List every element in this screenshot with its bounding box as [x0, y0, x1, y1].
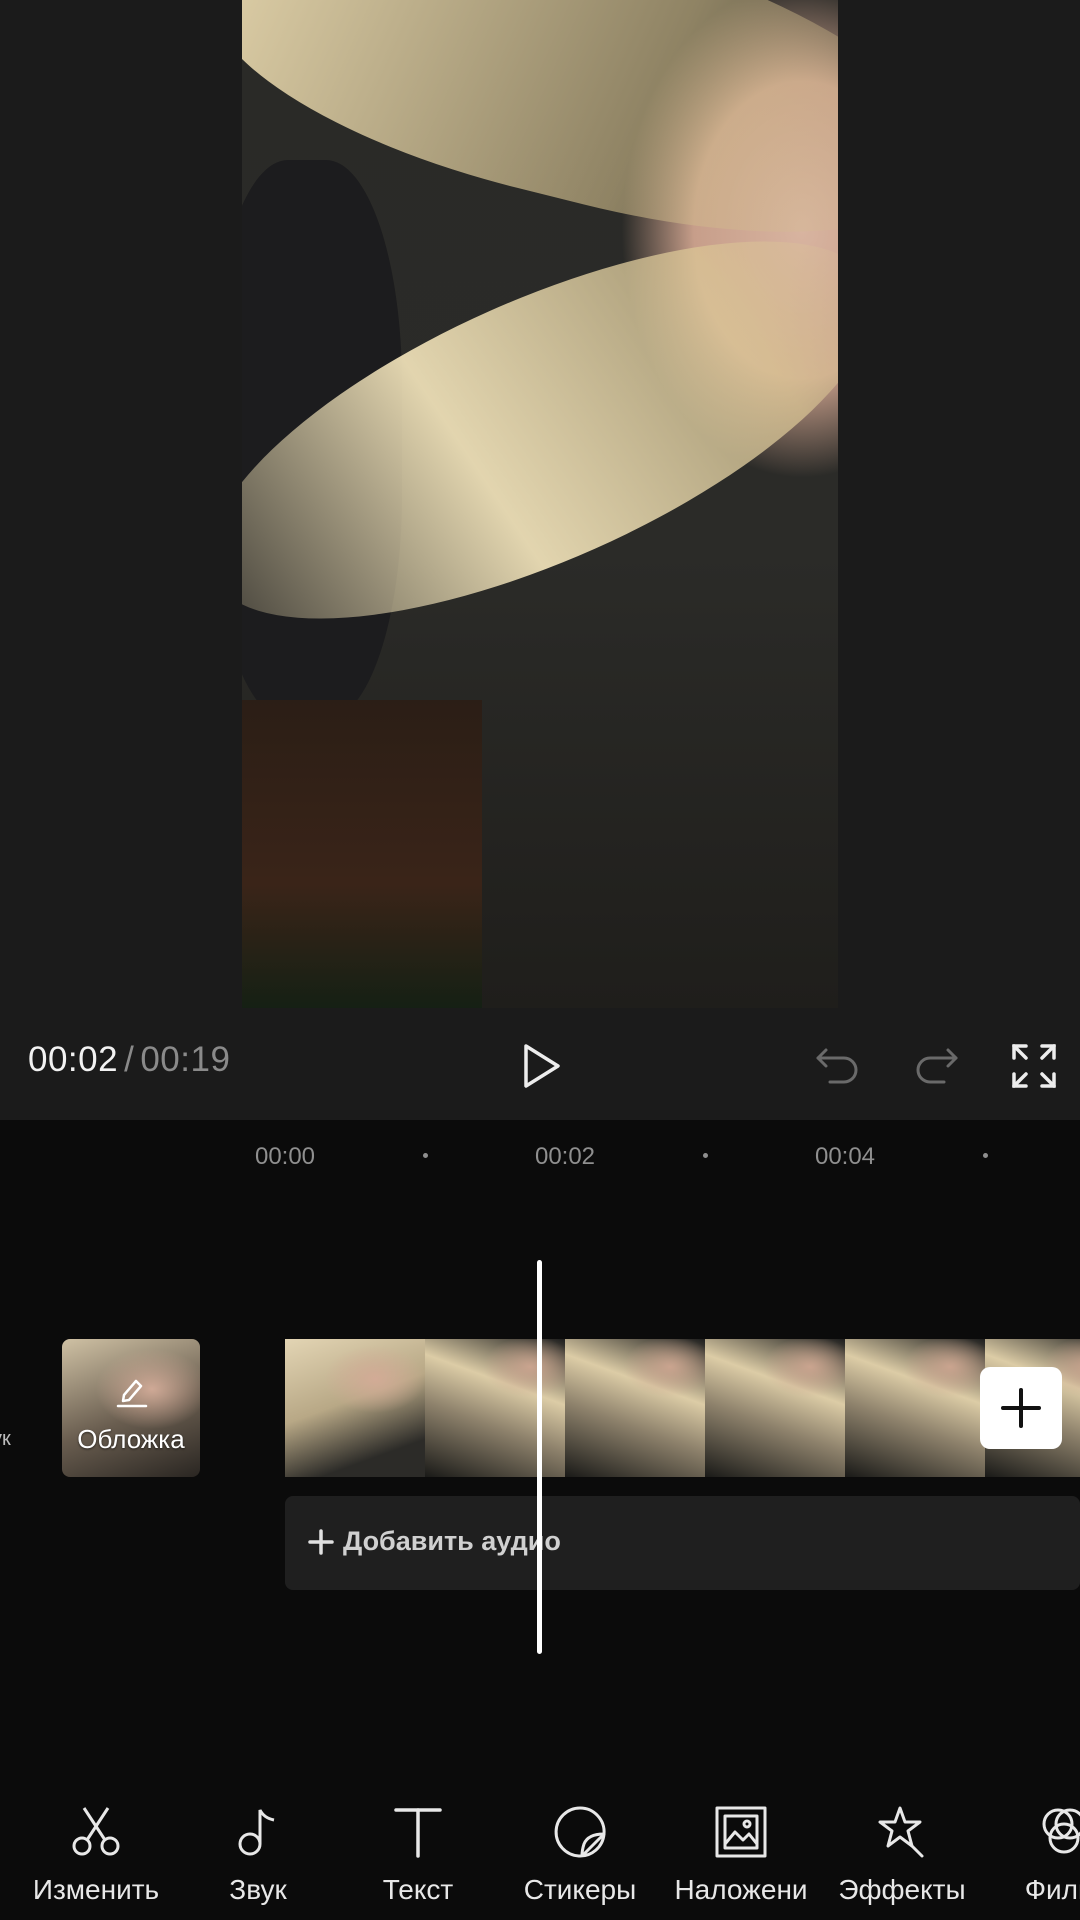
add-audio-label: Добавить аудио: [343, 1526, 561, 1556]
tool-label: Эффекты: [838, 1874, 966, 1905]
player-controls: 00:02/00:19: [0, 1010, 1080, 1120]
track-side-label: ук: [0, 1428, 11, 1450]
ruler-dot: [983, 1153, 988, 1158]
text-icon: [390, 1804, 446, 1860]
ruler-dot: [703, 1153, 708, 1158]
redo-button[interactable]: [910, 1040, 962, 1092]
preview-area: [0, 0, 1080, 1010]
tool-label: Звук: [229, 1874, 287, 1905]
bottom-toolbar: Изменить Звук Текст Стикеры Наложени Эфф…: [0, 1760, 1080, 1920]
effects-star-icon: [874, 1804, 930, 1860]
tool-text[interactable]: Текст: [338, 1804, 498, 1914]
current-time: 00:02: [28, 1040, 119, 1079]
filters-icon: [1036, 1804, 1080, 1860]
add-clip-button[interactable]: [980, 1367, 1062, 1449]
cover-button[interactable]: Обложка: [62, 1339, 200, 1477]
tool-sound[interactable]: Звук: [178, 1804, 338, 1914]
clip-frame: [705, 1339, 845, 1477]
video-clip-track[interactable]: [285, 1339, 1080, 1477]
ruler-label: 00:00: [254, 1143, 316, 1170]
time-display: 00:02/00:19: [28, 1040, 230, 1080]
scissors-icon: [68, 1804, 124, 1860]
tool-label: Изменить: [32, 1874, 160, 1905]
tool-filters[interactable]: Фильт: [984, 1804, 1080, 1914]
fullscreen-icon: [1012, 1044, 1056, 1088]
ruler-dot: [423, 1153, 428, 1158]
clip-frame: [845, 1339, 985, 1477]
tool-effects[interactable]: Эффекты: [822, 1804, 982, 1914]
plus-icon: [1001, 1388, 1041, 1428]
cover-label: Обложка: [77, 1424, 185, 1454]
tool-label: Наложени: [674, 1874, 808, 1905]
timeline[interactable]: 00:00 00:02 00:04 ук Обложка: [0, 1120, 1080, 1760]
add-audio-button[interactable]: Добавить аудио: [285, 1496, 1080, 1590]
tool-edit[interactable]: Изменить: [16, 1804, 176, 1914]
ruler-label: 00:02: [534, 1143, 596, 1170]
redo-icon: [916, 1048, 958, 1084]
edit-pencil-icon: [116, 1379, 148, 1408]
time-separator: /: [124, 1040, 135, 1079]
undo-button[interactable]: [812, 1040, 864, 1092]
play-icon: [524, 1044, 560, 1088]
overlay-icon: [713, 1804, 769, 1860]
total-time: 00:19: [140, 1040, 231, 1079]
clip-frame: [285, 1339, 425, 1477]
tool-overlay[interactable]: Наложени: [661, 1804, 821, 1914]
tool-label: Стикеры: [523, 1874, 637, 1905]
sticker-icon: [552, 1804, 608, 1860]
undo-icon: [816, 1048, 858, 1084]
music-note-icon: [230, 1804, 286, 1860]
fullscreen-button[interactable]: [1008, 1040, 1060, 1092]
video-editor: 00:02/00:19 00:00 00:02 00:04 к Обложка …: [0, 0, 1080, 1920]
tool-label: Фильт: [1024, 1874, 1080, 1905]
ruler-label: 00:04: [814, 1143, 876, 1170]
clip-frame: [425, 1339, 565, 1477]
plus-icon: [308, 1529, 334, 1555]
play-button[interactable]: [514, 1040, 566, 1092]
tool-stickers[interactable]: Стикеры: [500, 1804, 660, 1914]
clip-frame: [565, 1339, 705, 1477]
playhead[interactable]: [537, 1260, 542, 1654]
tool-label: Текст: [382, 1874, 454, 1905]
video-preview[interactable]: [242, 0, 838, 1008]
